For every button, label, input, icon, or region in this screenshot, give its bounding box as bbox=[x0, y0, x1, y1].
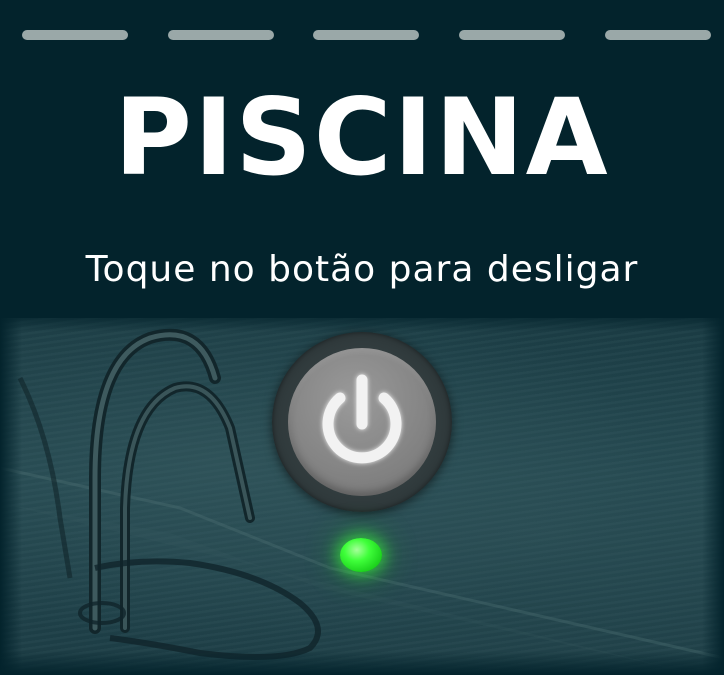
screen: PISCINA Toque no botão para desligar bbox=[0, 0, 724, 675]
power-button[interactable] bbox=[272, 332, 452, 512]
top-dash bbox=[459, 30, 565, 40]
top-dash bbox=[313, 30, 419, 40]
page-title: PISCINA bbox=[114, 76, 610, 199]
top-dash bbox=[605, 30, 711, 40]
power-button-face[interactable] bbox=[288, 348, 436, 496]
power-icon bbox=[322, 374, 402, 464]
pool-edge-shadow bbox=[0, 318, 22, 675]
top-dash bbox=[22, 30, 128, 40]
status-led-indicator bbox=[340, 538, 382, 572]
instruction-text: Toque no botão para desligar bbox=[85, 249, 639, 290]
pool-edge-shadow bbox=[0, 306, 724, 332]
pool-edge-shadow bbox=[702, 318, 724, 675]
pool-edge-shadow bbox=[0, 651, 724, 675]
top-dash bbox=[168, 30, 274, 40]
